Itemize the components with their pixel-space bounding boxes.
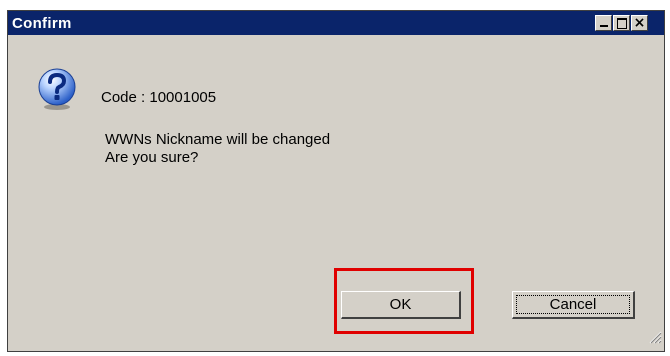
maximize-button[interactable] [613,15,630,31]
maximize-icon [617,18,627,29]
close-icon: × [633,15,646,31]
cancel-button[interactable]: Cancel [512,291,635,319]
message-line-1: WWNs Nickname will be changed [105,131,331,148]
close-button[interactable]: × [631,15,648,31]
resize-grip-icon[interactable] [648,330,662,349]
window-title: Confirm [12,15,72,32]
confirm-dialog-window: Confirm × Code : 10001005 WWNs Nickname … [7,10,665,352]
minimize-button[interactable] [595,15,612,31]
ok-button[interactable]: OK [341,291,461,319]
message-text: WWNs Nickname will be changed Are you su… [105,131,330,167]
title-bar[interactable]: Confirm × [8,11,664,35]
message-line-2: Are you sure? [105,149,199,166]
minimize-icon [600,25,608,27]
focus-rect [516,295,630,314]
question-icon [35,67,79,116]
message-code: Code : 10001005 [101,89,217,106]
